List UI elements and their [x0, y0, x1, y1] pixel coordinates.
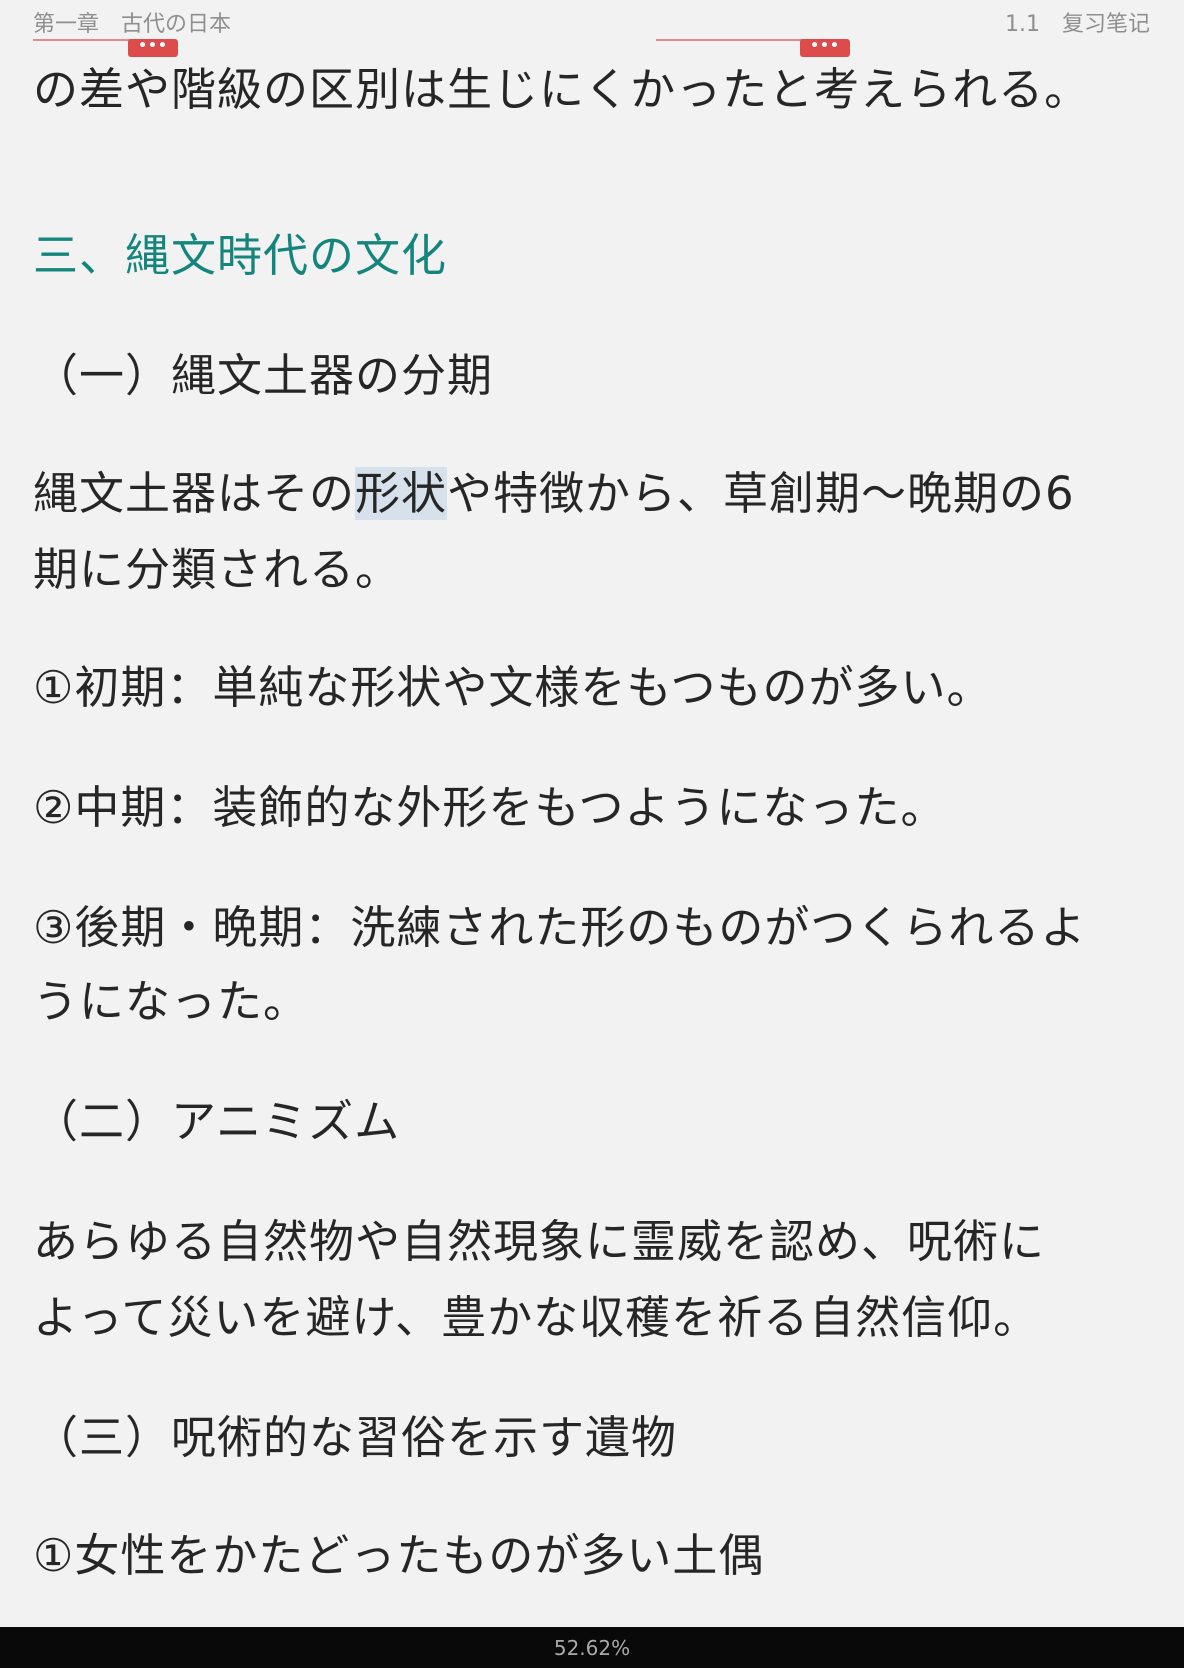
reader-footer: 52.62% — [0, 1627, 1184, 1668]
reader-header: 第一章 古代の日本 1.1 复习笔记 ••• ••• — [0, 0, 1184, 57]
highlighted-text[interactable]: 形状 — [355, 467, 448, 520]
note-underline — [656, 39, 806, 41]
text-span: 縄文土器はその — [33, 467, 356, 520]
paragraph-line[interactable]: あらゆる自然物や自然現象に霊威を認め、呪術に — [33, 1214, 1045, 1270]
note-underline — [33, 39, 133, 41]
subheading[interactable]: （二）アニミズム — [33, 1094, 400, 1150]
list-item[interactable]: ①女性をかたどったものが多い土偶 — [33, 1528, 764, 1584]
reading-progress[interactable]: 52.62% — [0, 1636, 1184, 1660]
section-title[interactable]: 1.1 复习笔记 — [1005, 6, 1150, 38]
list-item[interactable]: ③後期・晩期：洗練された形のものがつくられるよ — [33, 900, 1086, 956]
paragraph-line[interactable]: 縄文土器はその形状や特徴から、草創期～晩期の6 — [33, 466, 1075, 522]
subheading[interactable]: （一）縄文土器の分期 — [33, 348, 493, 404]
text-span: や特徴から、草創期～晩期の6 — [447, 467, 1075, 520]
note-marker-right[interactable]: ••• — [800, 39, 850, 57]
text-line[interactable]: の差や階級の区別は生じにくかったと考えられる。 — [33, 62, 1090, 118]
subheading[interactable]: （三）呪術的な習俗を示す遺物 — [33, 1410, 677, 1466]
list-item[interactable]: ②中期：装飾的な外形をもつようになった。 — [33, 780, 947, 836]
note-marker-left[interactable]: ••• — [128, 39, 178, 57]
paragraph-line[interactable]: 期に分類される。 — [33, 542, 401, 598]
list-item[interactable]: うになった。 — [33, 974, 309, 1030]
paragraph-line[interactable]: よって災いを避け、豊かな収穫を祈る自然信仰。 — [33, 1290, 1039, 1346]
list-item[interactable]: ①初期：単純な形状や文様をもつものが多い。 — [33, 660, 993, 716]
section-heading[interactable]: 三、縄文時代の文化 — [33, 228, 447, 284]
chapter-title[interactable]: 第一章 古代の日本 — [33, 6, 231, 38]
